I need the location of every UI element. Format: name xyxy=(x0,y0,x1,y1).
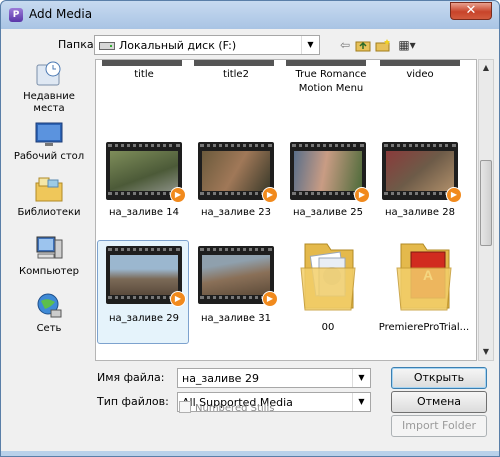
video-file-item[interactable]: ▶ на_заливе 25 xyxy=(284,142,372,220)
premiere-app-icon: P xyxy=(9,8,23,22)
place-computer[interactable]: Компьютер xyxy=(13,234,85,278)
checkbox-box[interactable] xyxy=(179,401,191,413)
close-button[interactable]: ✕ xyxy=(450,2,492,20)
video-file-item[interactable]: ▶ на_заливе 31 xyxy=(192,246,280,326)
video-file-item[interactable]: ▶ на_заливе 23 xyxy=(192,142,280,220)
filename-label: Имя файла: xyxy=(97,371,165,384)
folder-item[interactable]: 00 xyxy=(284,238,372,335)
window-title: Add Media xyxy=(29,7,93,21)
libraries-icon xyxy=(35,177,63,202)
scroll-thumb[interactable] xyxy=(480,160,492,246)
add-media-dialog: P Add Media ✕ Папка: Локальный диск (F:)… xyxy=(0,0,500,457)
play-badge-icon: ▶ xyxy=(262,291,278,307)
file-list[interactable]: title title2 True Romance Motion Menu vi… xyxy=(95,59,477,361)
dialog-body: Папка: Локальный диск (F:) ▼ ⇦ ▦▾ Недавн… xyxy=(1,29,499,451)
video-file-item[interactable]: ▶ на_заливе 28 xyxy=(376,142,464,220)
title-bar[interactable]: P Add Media ✕ xyxy=(1,1,499,29)
vertical-scrollbar[interactable]: ▲ ▼ xyxy=(478,59,494,361)
new-folder-icon[interactable] xyxy=(375,38,391,52)
chevron-down-icon[interactable]: ▼ xyxy=(352,369,370,387)
play-badge-icon: ▶ xyxy=(354,187,370,203)
chevron-down-icon[interactable]: ▼ xyxy=(301,36,319,54)
video-thumbnail: ▶ xyxy=(290,142,370,203)
lookin-combo[interactable]: Локальный диск (F:) ▼ xyxy=(94,35,320,55)
lookin-value: Локальный диск (F:) xyxy=(119,39,237,52)
partial-thumbnail xyxy=(286,60,366,66)
video-thumbnail: ▶ xyxy=(106,142,186,203)
scroll-up-icon[interactable]: ▲ xyxy=(479,60,493,76)
place-desktop[interactable]: Рабочий стол xyxy=(13,119,85,163)
places-bar: Недавние места Рабочий стол Библиотеки К… xyxy=(13,59,85,359)
chevron-down-icon[interactable]: ▼ xyxy=(352,393,370,411)
video-thumbnail: ▶ xyxy=(106,246,186,307)
filename-value[interactable]: на_заливе 29 xyxy=(182,372,259,385)
views-menu-icon[interactable]: ▦▾ xyxy=(395,38,419,52)
filetype-label: Тип файлов: xyxy=(97,395,169,408)
lookin-label: Папка: xyxy=(58,38,98,51)
network-icon xyxy=(37,293,62,318)
drive-icon xyxy=(99,42,115,50)
place-recent[interactable]: Недавние места xyxy=(13,59,85,115)
folder-icon xyxy=(300,243,356,311)
scroll-down-icon[interactable]: ▼ xyxy=(479,344,493,360)
video-file-item[interactable]: ▶ на_заливе 14 xyxy=(100,142,188,220)
video-thumbnail: ▶ xyxy=(198,246,278,307)
place-network[interactable]: Сеть xyxy=(13,291,85,335)
list-item[interactable]: title2 xyxy=(192,68,280,82)
partial-thumbnail xyxy=(194,60,274,66)
list-item[interactable]: title xyxy=(100,68,188,82)
import-folder-button[interactable]: Import Folder xyxy=(391,415,487,437)
filename-input[interactable]: на_заливе 29 ▼ xyxy=(177,368,371,388)
cancel-button[interactable]: Отмена xyxy=(391,391,487,413)
play-badge-icon: ▶ xyxy=(446,187,462,203)
video-thumbnail: ▶ xyxy=(382,142,462,203)
open-button[interactable]: Открыть xyxy=(391,367,487,389)
back-arrow-icon[interactable]: ⇦ xyxy=(337,38,353,52)
folder-item[interactable]: A PremiereProTrial... xyxy=(376,238,472,335)
video-file-item-selected[interactable]: ▶ на_заливе 29 xyxy=(97,240,189,344)
numbered-stills-label: Numbered Stills xyxy=(195,403,275,414)
list-item[interactable]: True Romance Motion Menu xyxy=(284,68,378,96)
play-badge-icon: ▶ xyxy=(262,187,278,203)
recent-places-icon xyxy=(36,61,61,86)
computer-icon xyxy=(36,236,63,259)
list-item[interactable]: video xyxy=(376,68,464,82)
partial-thumbnail xyxy=(102,60,182,66)
play-badge-icon: ▶ xyxy=(170,291,186,307)
desktop-icon xyxy=(35,122,63,146)
place-libraries[interactable]: Библиотеки xyxy=(13,175,85,219)
partial-thumbnail xyxy=(380,60,460,66)
play-badge-icon: ▶ xyxy=(170,187,186,203)
numbered-stills-checkbox[interactable]: Numbered Stills xyxy=(179,401,274,414)
video-thumbnail: ▶ xyxy=(198,142,278,203)
up-folder-icon[interactable] xyxy=(355,38,371,52)
folder-icon: A xyxy=(396,243,452,311)
